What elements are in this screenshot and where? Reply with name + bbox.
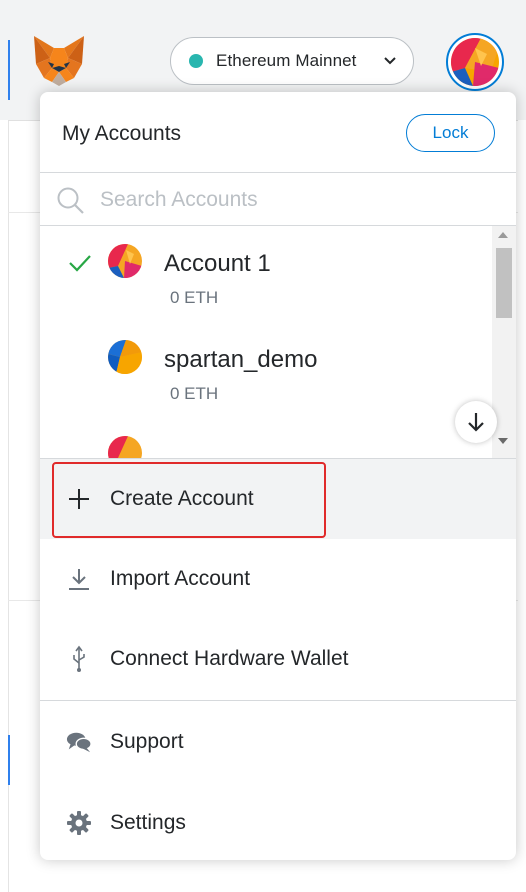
identicon-icon	[108, 244, 142, 278]
search-bar	[40, 172, 516, 226]
search-accounts-input[interactable]	[100, 183, 480, 217]
metamask-fox-icon[interactable]	[30, 34, 88, 86]
chevron-down-icon	[384, 57, 396, 65]
scroll-up-arrow-icon[interactable]	[498, 232, 508, 238]
import-icon	[66, 566, 92, 592]
accent-bar	[8, 735, 10, 785]
divider	[40, 700, 516, 701]
account-balance: 0 ETH	[170, 288, 219, 307]
account-list-item[interactable]	[40, 418, 492, 458]
identicon-icon	[451, 38, 499, 86]
identicon-icon	[108, 436, 142, 458]
scroll-down-arrow-icon[interactable]	[498, 438, 508, 444]
support-item[interactable]: Support	[40, 707, 516, 777]
scroll-down-button[interactable]	[455, 401, 497, 443]
scrollbar-thumb[interactable]	[496, 248, 512, 318]
lock-button[interactable]: Lock	[406, 114, 495, 152]
connect-hardware-wallet-item[interactable]: Connect Hardware Wallet	[40, 624, 516, 694]
import-account-label: Import Account	[110, 567, 251, 590]
account-menu: My Accounts Lock Account 1 0 ETH	[40, 92, 516, 860]
connect-hardware-wallet-label: Connect Hardware Wallet	[110, 647, 349, 670]
account-name: Account 1	[164, 250, 271, 277]
menu-title: My Accounts	[62, 122, 182, 145]
network-status-dot	[189, 54, 203, 68]
network-label: Ethereum Mainnet	[216, 51, 357, 70]
account-name: spartan_demo	[164, 346, 318, 373]
usb-icon	[66, 645, 92, 672]
settings-label: Settings	[110, 811, 186, 834]
identicon-icon	[108, 340, 142, 374]
settings-item[interactable]: Settings	[40, 788, 516, 858]
account-avatar[interactable]	[446, 33, 504, 91]
account-balance: 0 ETH	[170, 384, 219, 403]
support-label: Support	[110, 730, 184, 753]
import-account-item[interactable]: Import Account	[40, 544, 516, 614]
highlight-box	[52, 462, 326, 538]
account-list: Account 1 0 ETH spartan_demo 0 ETH	[40, 226, 516, 458]
check-icon	[69, 255, 91, 272]
gear-icon	[66, 810, 92, 836]
arrow-down-icon	[468, 413, 484, 432]
accent-bar	[8, 40, 10, 100]
chat-icon	[66, 729, 92, 755]
network-selector[interactable]: Ethereum Mainnet	[170, 37, 414, 85]
search-icon	[57, 187, 84, 214]
menu-header: My Accounts Lock	[40, 92, 516, 172]
account-list-item[interactable]: Account 1 0 ETH	[40, 226, 492, 322]
account-list-item[interactable]: spartan_demo 0 ETH	[40, 322, 492, 418]
